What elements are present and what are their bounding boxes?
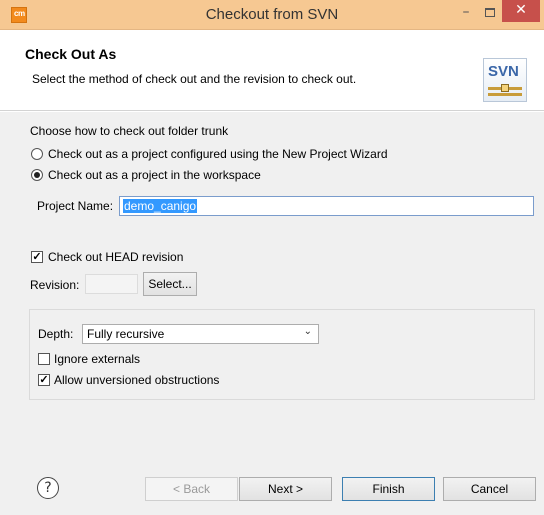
radio-new-project-wizard[interactable] [31,148,43,160]
maximize-icon [485,8,495,17]
page-description: Select the method of check out and the r… [32,72,357,86]
project-name-input[interactable]: demo_canigo [119,196,534,216]
radio-project-in-workspace-label[interactable]: Check out as a project in the workspace [48,168,261,182]
options-group: Depth: Fully recursive ⌄ Ignore external… [29,309,535,400]
cancel-button[interactable]: Cancel [443,477,536,501]
svn-logo: SVN [483,58,527,102]
checkout-method-prompt: Choose how to check out folder trunk [30,124,229,138]
allow-unversioned-checkbox[interactable]: ✓ [38,374,50,386]
radio-new-project-wizard-label[interactable]: Check out as a project configured using … [48,147,388,161]
select-revision-button[interactable]: Select... [143,272,197,296]
minimize-button[interactable]: – [454,2,478,24]
close-button[interactable]: ✕ [502,0,540,22]
revision-input[interactable] [85,274,138,294]
project-name-value: demo_canigo [123,199,198,213]
back-button[interactable]: < Back [145,477,238,501]
page-title: Check Out As [25,46,117,62]
chevron-down-icon: ⌄ [303,326,312,337]
allow-unversioned-label[interactable]: Allow unversioned obstructions [54,373,219,387]
ignore-externals-label[interactable]: Ignore externals [54,352,140,366]
wizard-header: Check Out As Select the method of check … [0,31,544,111]
maximize-button[interactable] [478,2,502,24]
radio-project-in-workspace[interactable] [31,169,43,181]
next-button[interactable]: Next > [239,477,332,501]
depth-label: Depth: [38,327,74,341]
wizard-footer: ? < Back Next > Finish Cancel [0,462,544,515]
ignore-externals-checkbox[interactable] [38,353,50,365]
depth-select[interactable]: Fully recursive ⌄ [82,324,319,344]
svn-logo-text: SVN [488,63,519,80]
finish-button[interactable]: Finish [342,477,435,501]
head-revision-checkbox[interactable]: ✓ [31,251,43,263]
project-name-label: Project Name: [37,199,114,213]
svn-logo-bar [488,93,522,96]
title-bar: cm Checkout from SVN – ✕ [0,0,544,30]
help-icon[interactable]: ? [37,477,59,499]
head-revision-label[interactable]: Check out HEAD revision [48,250,183,264]
wizard-content: Choose how to check out folder trunk Che… [0,112,544,462]
depth-select-value: Fully recursive [87,327,165,341]
svn-logo-knob [501,84,509,92]
revision-label: Revision: [30,278,80,292]
